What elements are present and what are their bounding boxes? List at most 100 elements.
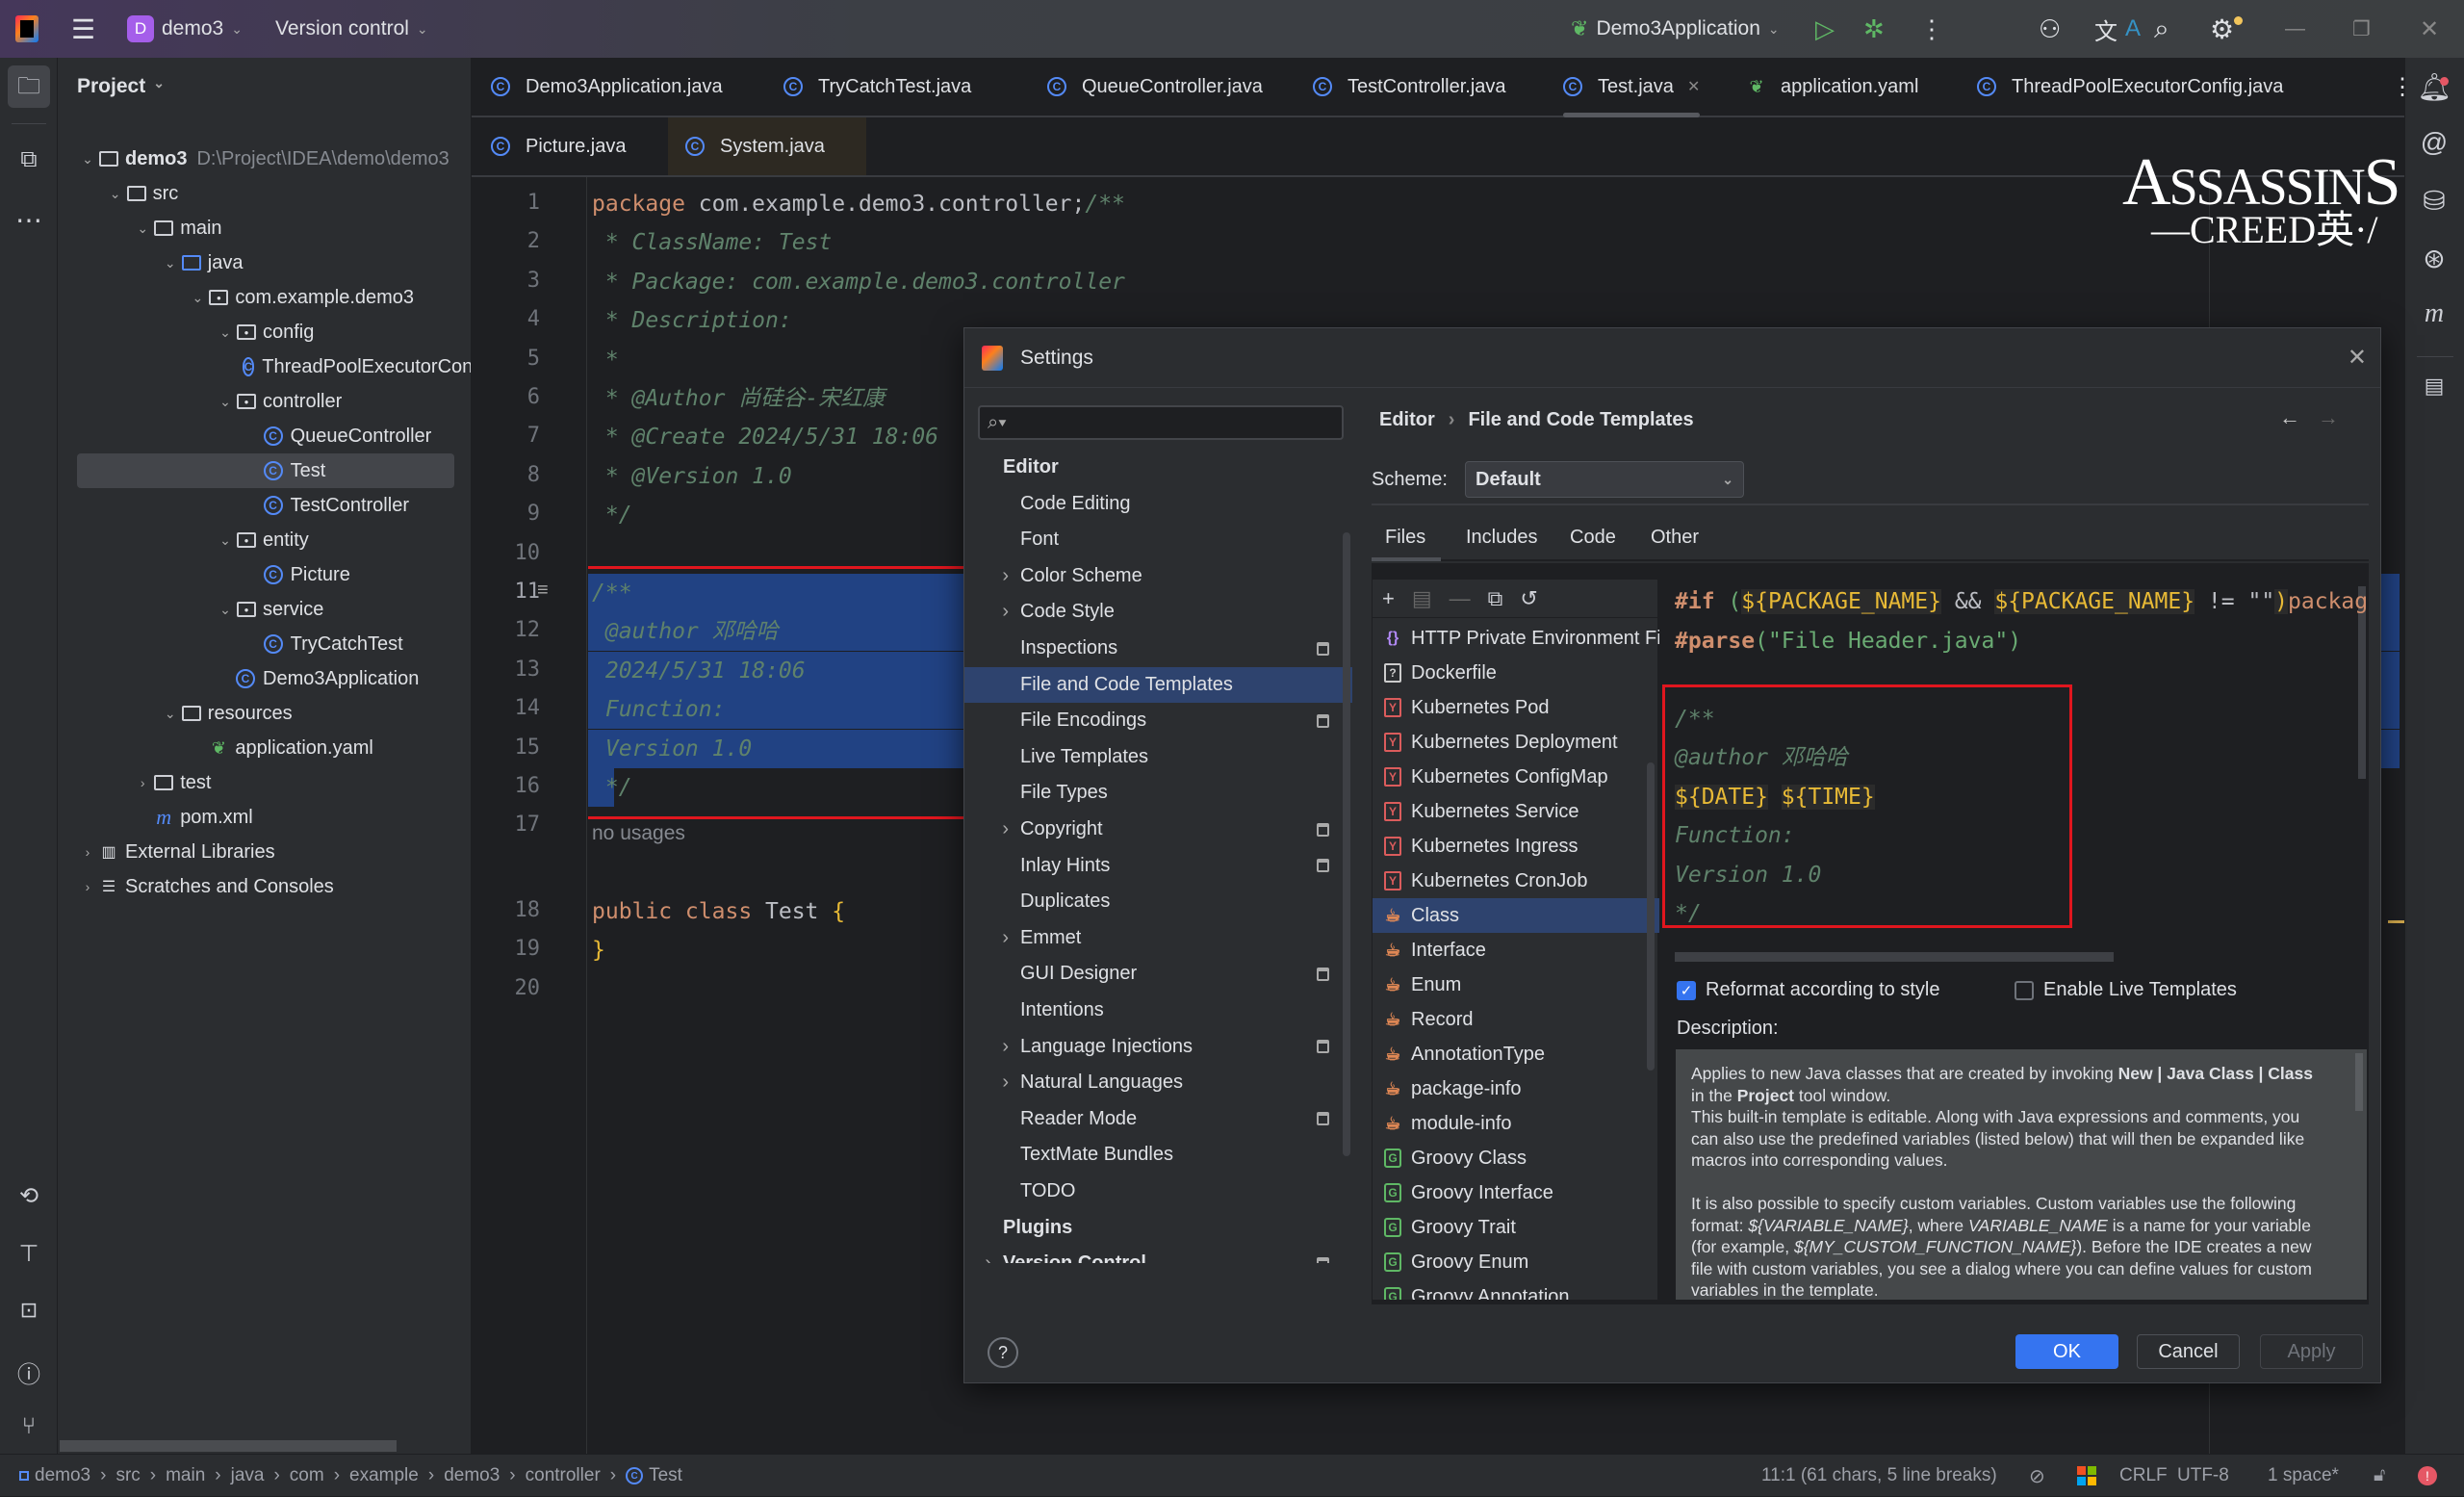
tree-item[interactable]: C Test [77,453,454,488]
tree-item[interactable]: C TestController [58,488,471,523]
cancel-button[interactable]: Cancel [2137,1334,2240,1369]
chevron-down-icon[interactable]: ⌄ [187,290,208,306]
ok-button[interactable]: OK [2015,1334,2118,1369]
template-list-item[interactable]: ☕︎ Class [1373,898,1659,933]
tree-item[interactable]: ⌄ resources [58,696,471,731]
database-icon[interactable]: ⛁ [2405,185,2463,217]
chevron-right-icon[interactable]: › [964,1252,1003,1263]
tree-item[interactable]: C Demo3Application [58,661,471,696]
debug-icon[interactable]: ✲ [1863,0,1885,58]
add-icon[interactable]: + [1382,586,1395,611]
build-icon[interactable]: ⊤ [0,1240,58,1268]
template-list-item[interactable]: G Groovy Trait [1373,1210,1659,1245]
template-list-item[interactable]: {} HTTP Private Environment File [1373,621,1659,656]
chevron-down-icon[interactable]: ⌄ [105,186,126,202]
chevron-right-icon[interactable]: › [77,879,98,894]
main-menu-button[interactable]: ☰ [71,0,95,58]
editor-tab[interactable]: C TryCatchTest.java [774,58,981,116]
chevron-right-icon[interactable]: › [132,775,153,790]
settings-search-field[interactable]: ⌕▾ [978,405,1344,440]
breadcrumb-item[interactable]: main [166,1465,205,1486]
horizontal-scrollbar[interactable] [60,1440,397,1452]
template-list-item[interactable]: G Groovy Interface [1373,1175,1659,1210]
terminal-icon[interactable]: ⊡ [0,1298,58,1323]
project-tool-folder-icon[interactable]: 🗀 [8,65,50,108]
scheme-dropdown[interactable]: Default ⌄ [1465,461,1744,498]
help-button[interactable]: ? [988,1337,1018,1368]
tree-item[interactable]: › ☰ Scratches and Consoles [58,869,471,904]
translation-panel-icon[interactable]: ▤ [2405,374,2463,399]
template-list-item[interactable]: Y Kubernetes Service [1373,794,1659,829]
breadcrumb-item[interactable]: demo3 [444,1465,500,1486]
template-tab[interactable]: Files [1385,527,1425,549]
settings-nav-item[interactable]: File Types [964,775,1352,811]
chevron-down-icon[interactable]: ⌄ [215,324,236,341]
breadcrumb-item[interactable]: src [116,1465,140,1486]
editor-tab[interactable]: C QueueController.java [1038,58,1272,116]
run-icon[interactable]: ▷ [1815,0,1835,58]
description-scrollbar[interactable] [2355,1053,2363,1111]
chevron-down-icon[interactable]: ⌄ [215,532,236,549]
settings-nav-item[interactable]: Live Templates [964,739,1352,775]
error-indicator-icon[interactable]: ! [2418,1455,2437,1497]
tree-item[interactable]: C TryCatchTest [58,627,471,661]
chevron-right-icon[interactable]: › [964,818,1020,840]
tree-item[interactable]: ⌄ ● service [58,592,471,627]
settings-nav-item[interactable]: Inlay Hints [964,848,1352,884]
problems-icon[interactable]: ⓘ [0,1355,58,1389]
editor-tab[interactable]: C Demo3Application.java [481,58,732,116]
chevron-down-icon[interactable]: ⌄ [160,706,181,722]
search-icon[interactable]: ⌕ [2154,0,2169,58]
settings-nav-item[interactable]: › Emmet [964,920,1352,956]
maven-icon[interactable]: m [2405,298,2463,329]
editor-tab[interactable]: C TestController.java [1303,58,1516,116]
git-icon[interactable]: ⑂ [0,1413,58,1440]
nav-scrollbar[interactable] [1343,532,1350,1156]
settings-nav-item[interactable]: Plugins [964,1210,1352,1246]
template-list-item[interactable]: Y Kubernetes Pod [1373,690,1659,725]
editor-tab[interactable]: C System.java [668,117,866,175]
breadcrumb-item[interactable]: Test [649,1465,682,1486]
template-list-item[interactable]: Y Kubernetes Ingress [1373,829,1659,864]
template-list-item[interactable]: G Groovy Class [1373,1141,1659,1175]
more-tools-icon[interactable]: ⋯ [0,204,58,236]
tree-item[interactable]: m pom.xml [58,800,471,835]
template-list-item[interactable]: ☕︎ package-info [1373,1071,1659,1106]
template-tab[interactable]: Includes [1466,527,1538,549]
checkbox-unchecked-icon[interactable] [2015,980,2034,1000]
breadcrumb-item[interactable]: com [290,1465,324,1486]
settings-nav-item[interactable]: Intentions [964,993,1352,1028]
template-list-item[interactable]: Y Kubernetes Deployment [1373,725,1659,760]
breadcrumb-item[interactable]: example [349,1465,419,1486]
chevron-down-icon[interactable]: ⌄ [215,602,236,618]
template-list-item[interactable]: Y Kubernetes CronJob [1373,864,1659,898]
chevron-down-icon[interactable]: ⌄ [215,394,236,410]
tree-item[interactable]: C QueueController [58,419,471,453]
lock-icon[interactable]: 🔓︎ [2374,1455,2385,1497]
settings-nav-item[interactable]: › Color Scheme [964,558,1352,594]
tree-item[interactable]: C Picture [58,557,471,592]
settings-nav-item[interactable]: › Language Injections [964,1029,1352,1065]
settings-gear-icon[interactable]: ⚙ [2210,0,2244,58]
template-list-item[interactable]: ☕︎ Enum [1373,968,1659,1002]
chevron-right-icon[interactable]: › [964,927,1020,949]
breadcrumb-item[interactable]: java [231,1465,265,1486]
back-arrow-icon[interactable]: ← [2279,405,2300,430]
template-list-item[interactable]: ☕︎ Record [1373,1002,1659,1037]
tree-item[interactable]: › ▥ External Libraries [58,835,471,869]
template-list-item[interactable]: G Groovy Enum [1373,1245,1659,1279]
vcs-menu[interactable]: Version control ⌄ [275,0,428,58]
settings-nav-item[interactable]: Inspections [964,631,1352,666]
settings-nav-item[interactable]: File and Code Templates [964,666,1352,703]
dialog-title-bar[interactable]: Settings ✕ [964,328,2380,388]
tree-item[interactable]: C ThreadPoolExecutorConfig [58,349,471,384]
remove-icon[interactable]: — [1450,586,1471,611]
settings-nav-item[interactable]: ›Version Control [964,1246,1352,1263]
template-tab[interactable]: Other [1651,527,1699,549]
structure-icon[interactable]: ⧉ [0,146,58,173]
file-encoding[interactable]: UTF-8 [2177,1455,2229,1497]
tree-item[interactable]: ⌄ ● entity [58,523,471,557]
template-code-editor[interactable]: #if (${PACKAGE_NAME} && ${PACKAGE_NAME} … [1667,579,2367,968]
translate-icon[interactable]: 文A [2094,0,2141,58]
settings-nav-item[interactable]: Code Editing [964,486,1352,522]
